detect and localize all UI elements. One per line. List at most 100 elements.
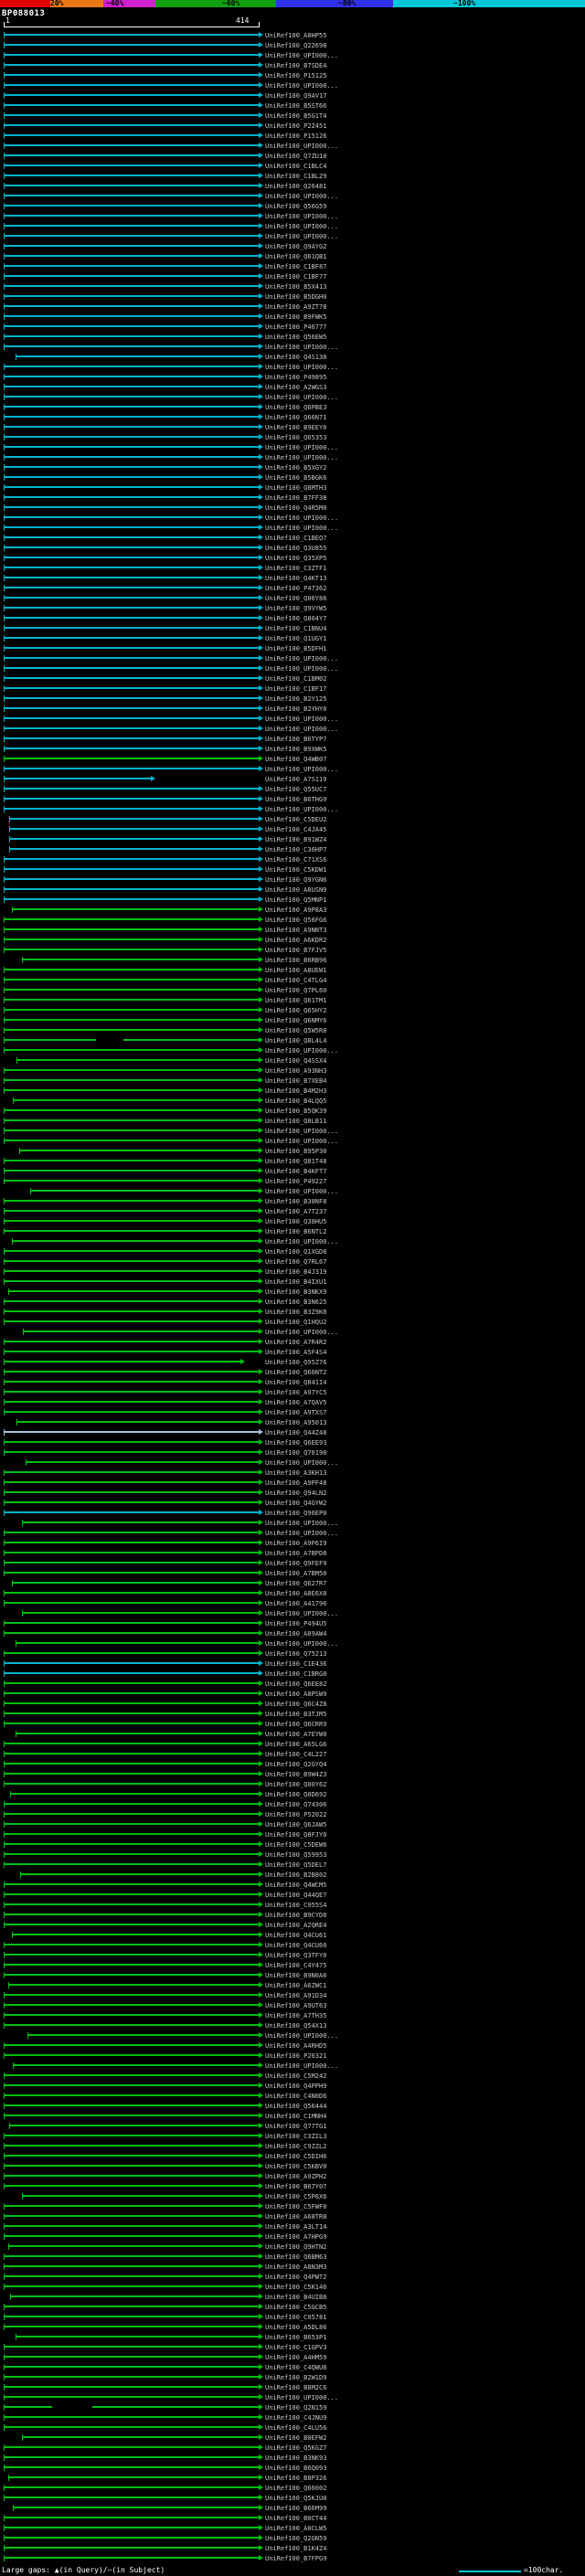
hit-label[interactable]: UniRef100_Q2GYQ4 [265,1761,326,1768]
alignment-bar[interactable] [4,1220,259,1222]
alignment-bar[interactable] [4,2044,259,2046]
hit-label[interactable]: UniRef100_A97YC5 [265,1389,326,1396]
alignment-bar[interactable] [4,2135,259,2136]
hit-label[interactable]: UniRef100_P52022 [265,1811,326,1818]
alignment-bar[interactable] [4,1180,259,1182]
alignment-bar[interactable] [27,2034,259,2036]
alignment-bar[interactable] [4,476,259,478]
hit-label[interactable]: UniRef100_B6TYP7 [265,736,326,743]
alignment-bar[interactable] [4,1170,259,1171]
alignment-bar[interactable] [4,989,259,991]
alignment-bar[interactable] [4,1119,259,1121]
hit-label[interactable]: UniRef100_P494U5 [265,1620,326,1627]
alignment-bar[interactable] [4,587,259,588]
hit-label[interactable]: UniRef100_A8UEW1 [265,967,326,974]
alignment-bar[interactable] [10,2295,259,2297]
hit-label[interactable]: UniRef100_Q4CU61 [265,1932,326,1939]
hit-label[interactable]: UniRef100_A7BPD8 [265,1550,326,1557]
hit-label[interactable]: UniRef100_UPI000... [265,806,338,813]
alignment-bar[interactable] [4,1511,259,1513]
hit-label[interactable]: UniRef100_C5DIH6 [265,2153,326,2160]
hit-label[interactable]: UniRef100_A7T237 [265,1208,326,1215]
alignment-bar[interactable] [4,195,259,196]
hit-label[interactable]: UniRef100_UPI000... [265,1520,338,1527]
hit-label[interactable]: UniRef100_A8USN9 [265,886,326,894]
hit-label[interactable]: UniRef100_Q5KJU0 [265,2495,326,2502]
hit-label[interactable]: UniRef100_A93NH3 [265,1067,326,1075]
alignment-bar[interactable] [7,1984,259,1986]
alignment-bar[interactable] [4,225,259,227]
hit-label[interactable]: UniRef100_C955S4 [265,1902,326,1909]
hit-label[interactable]: UniRef100_B0CT44 [265,2515,326,2522]
hit-label[interactable]: UniRef100_A9PF48 [265,1479,326,1487]
hit-label[interactable]: UniRef100_Q5MNP1 [265,896,326,904]
hit-label[interactable]: UniRef100_A9NNT3 [265,927,326,934]
hit-label[interactable]: UniRef100_B5QK39 [265,1108,326,1115]
hit-label[interactable]: UniRef100_UPI000... [265,1459,338,1467]
alignment-bar[interactable] [4,1160,259,1161]
alignment-bar[interactable] [4,2185,259,2187]
alignment-bar[interactable] [4,1532,259,1533]
hit-label[interactable]: UniRef100_B95P30 [265,1148,326,1155]
alignment-bar[interactable] [4,1562,259,1564]
alignment-bar[interactable] [4,1622,259,1624]
hit-label[interactable]: UniRef100_A6ZWC1 [265,1982,326,1989]
hit-label[interactable]: UniRef100_Q5KGZ7 [265,2444,326,2452]
hit-label[interactable]: UniRef100_Q9VYW5 [265,605,326,612]
hit-label[interactable]: UniRef100_Q4S138 [265,354,326,361]
hit-label[interactable]: UniRef100_Q8L4L4 [265,1037,326,1044]
alignment-bar[interactable] [13,2064,259,2066]
alignment-bar[interactable] [4,938,259,940]
hit-label[interactable]: UniRef100_C1BF77 [265,273,326,281]
alignment-bar[interactable] [4,104,259,106]
alignment-bar[interactable] [4,486,259,488]
hit-label[interactable]: UniRef100_B1K4Z4 [265,2545,326,2552]
hit-label[interactable]: UniRef100_A91D34 [265,1992,326,1999]
alignment-bar[interactable] [4,627,259,629]
alignment-bar[interactable] [4,1954,259,1956]
alignment-bar[interactable] [92,2406,259,2408]
alignment-bar[interactable] [4,1210,259,1212]
hit-label[interactable]: UniRef100_Q4GYW2 [265,1500,326,1507]
hit-label[interactable]: UniRef100_C4Y475 [265,1962,326,1969]
alignment-bar[interactable] [22,1330,259,1332]
alignment-bar[interactable] [4,2306,259,2307]
hit-label[interactable]: UniRef100_C5K146 [265,2284,326,2291]
alignment-bar[interactable] [4,1049,259,1051]
alignment-bar[interactable] [4,144,259,146]
alignment-bar[interactable] [4,2205,259,2207]
alignment-bar[interactable] [4,1069,259,1071]
hit-label[interactable]: UniRef100_B9FWK5 [265,313,326,321]
alignment-bar[interactable] [4,888,259,890]
hit-label[interactable]: UniRef100_Q44Z48 [265,1429,326,1436]
hit-label[interactable]: UniRef100_Q56444 [265,2103,326,2110]
hit-label[interactable]: UniRef100_C9ZZL2 [265,2143,326,2150]
hit-label[interactable]: UniRef100_Q9HTN2 [265,2243,326,2251]
hit-label[interactable]: UniRef100_UPI000... [265,2032,338,2040]
alignment-bar[interactable] [4,2255,259,2257]
alignment-bar[interactable] [4,1853,259,1855]
hit-label[interactable]: UniRef100_C1BNU4 [265,625,326,632]
hit-label[interactable]: UniRef100_B9N0A6 [265,1972,326,1979]
alignment-bar[interactable] [4,2456,259,2458]
alignment-bar[interactable] [4,949,259,950]
hit-label[interactable]: UniRef100_UPI000... [265,394,338,401]
hit-label[interactable]: UniRef100_B4UIB8 [265,2294,326,2301]
alignment-bar[interactable] [4,335,259,337]
alignment-bar[interactable] [4,1712,259,1714]
alignment-bar[interactable] [4,546,259,548]
alignment-bar[interactable] [4,2376,259,2378]
alignment-bar[interactable] [4,1481,259,1483]
alignment-bar[interactable] [11,1934,259,1935]
hit-label[interactable]: UniRef100_B6NTL2 [265,1228,326,1235]
hit-label[interactable]: UniRef100_UPI000... [265,716,338,723]
hit-label[interactable]: UniRef100_Q56FG6 [265,917,326,924]
alignment-bar[interactable] [4,1391,259,1393]
alignment-bar[interactable] [4,94,259,96]
alignment-bar[interactable] [4,426,259,428]
alignment-bar[interactable] [123,1039,259,1041]
hit-label[interactable]: UniRef100_Q38HU5 [265,1218,326,1225]
hit-label[interactable]: UniRef100_Q9AYG2 [265,243,326,250]
alignment-bar[interactable] [20,1873,259,1875]
alignment-bar[interactable] [4,2557,259,2559]
